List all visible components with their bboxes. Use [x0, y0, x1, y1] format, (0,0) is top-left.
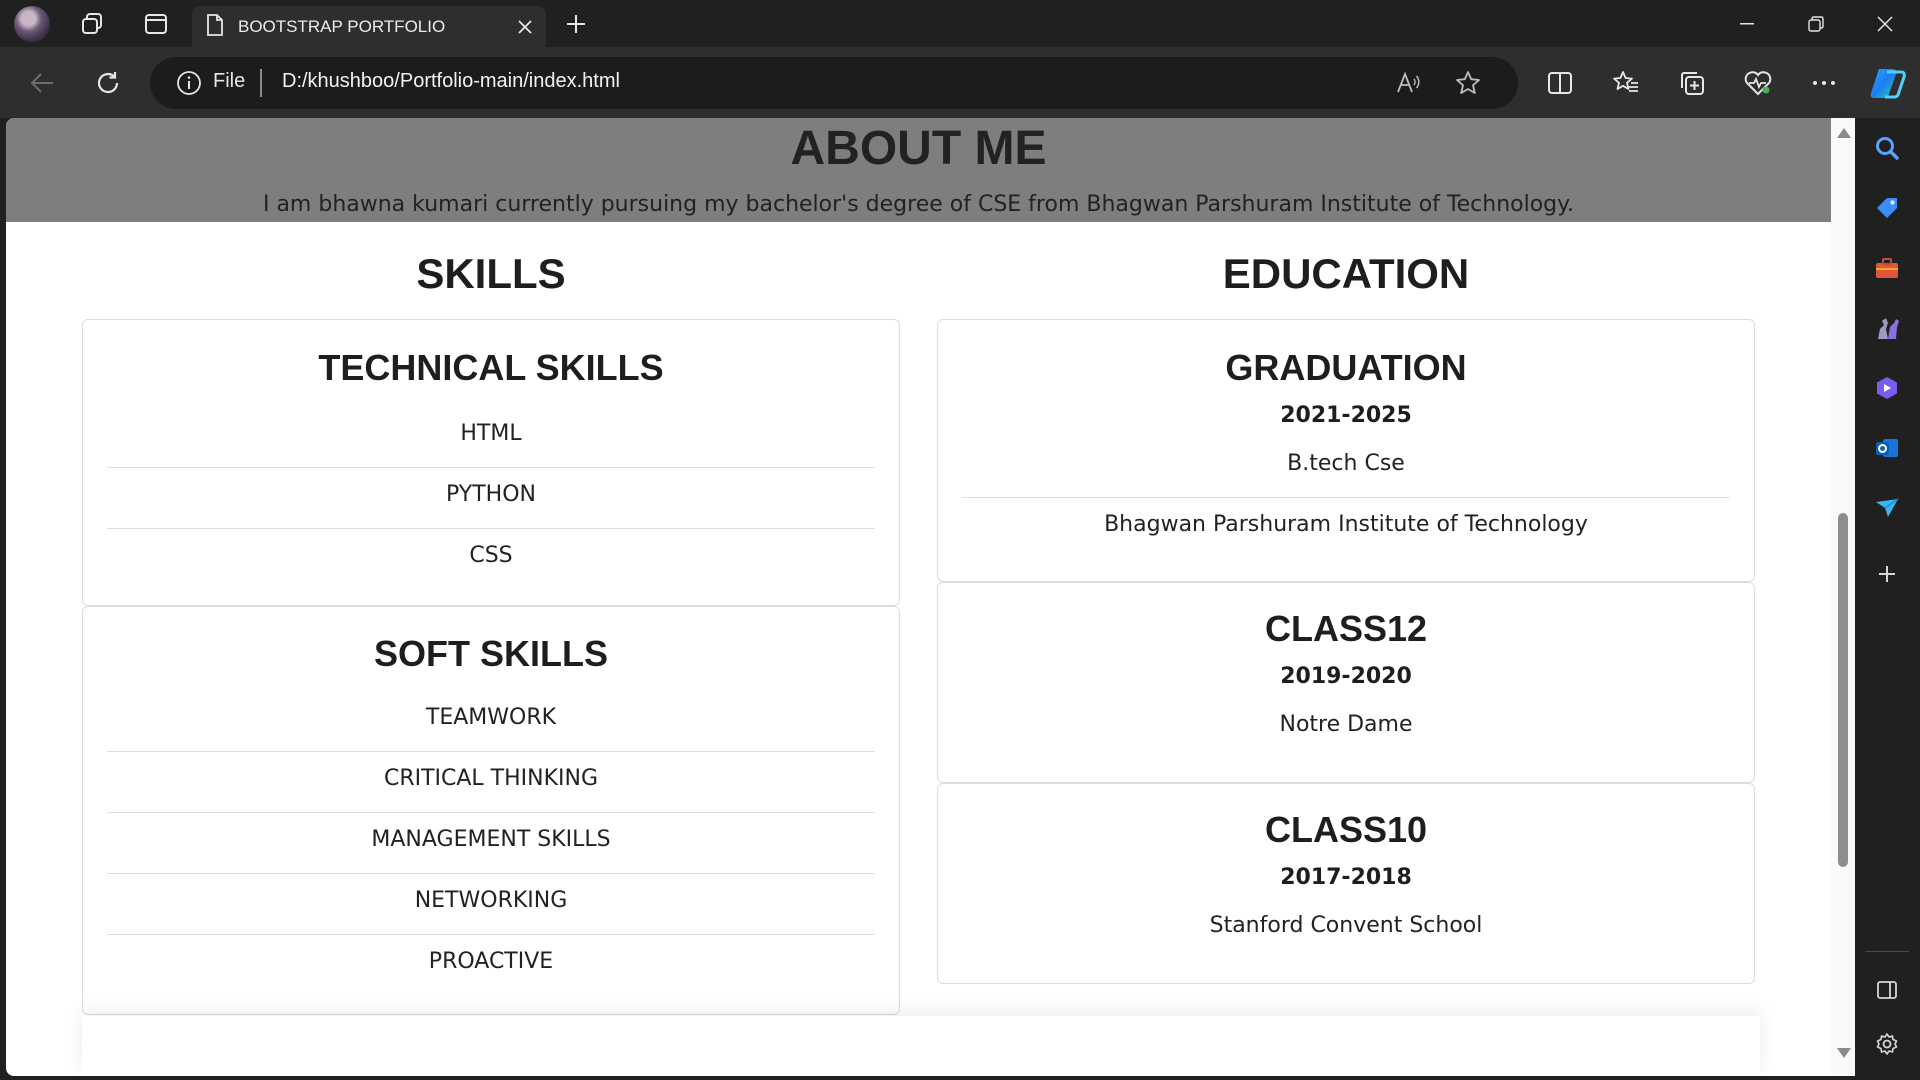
- class10-school: Stanford Convent School: [1209, 913, 1483, 938]
- list-item: PYTHON: [107, 468, 875, 529]
- collections-icon[interactable]: [1672, 63, 1712, 103]
- graduation-title: GRADUATION: [1225, 347, 1467, 388]
- soft-skills-title: SOFT SKILLS: [374, 633, 608, 674]
- graduation-institute: Bhagwan Parshuram Institute of Technolog…: [1104, 512, 1588, 537]
- games-icon[interactable]: [1871, 312, 1903, 344]
- more-options-icon[interactable]: [1804, 63, 1844, 103]
- send-icon[interactable]: [1871, 492, 1903, 524]
- class12-school: Notre Dame: [1279, 712, 1413, 737]
- about-title: ABOUT ME: [790, 122, 1047, 175]
- search-icon[interactable]: [1871, 132, 1903, 164]
- add-icon[interactable]: [1871, 558, 1903, 590]
- edge-sidebar: [1855, 118, 1920, 1080]
- back-icon[interactable]: [22, 63, 62, 103]
- restore-icon[interactable]: [1787, 6, 1845, 42]
- soft-skills-card: SOFT SKILLS TEAMWORK CRITICAL THINKING M…: [82, 606, 900, 1015]
- shopping-tag-icon[interactable]: [1871, 192, 1903, 224]
- tab-title: BOOTSTRAP PORTFOLIO: [238, 16, 446, 36]
- read-aloud-icon[interactable]: [1388, 63, 1428, 103]
- split-panel-icon[interactable]: [1871, 974, 1903, 1006]
- list-item: CSS: [469, 543, 513, 568]
- sidebar-divider: [1865, 951, 1909, 952]
- minimize-icon[interactable]: [1718, 6, 1776, 42]
- address-separator: [260, 69, 262, 97]
- list-item: MANAGEMENT SKILLS: [107, 813, 875, 874]
- new-tab-icon[interactable]: [560, 8, 592, 40]
- settings-icon[interactable]: [1871, 1028, 1903, 1060]
- class12-years: 2019-2020: [1280, 664, 1412, 689]
- title-bar: BOOTSTRAP PORTFOLIO: [0, 0, 1920, 47]
- list-item: PROACTIVE: [428, 949, 554, 974]
- graduation-degree: B.tech Cse: [962, 437, 1730, 498]
- scroll-down-arrow-icon[interactable]: [1837, 1048, 1851, 1058]
- favorites-icon[interactable]: [1606, 63, 1646, 103]
- favorite-star-icon[interactable]: [1448, 63, 1488, 103]
- page-viewport: ABOUT ME I am bhawna kumari currently pu…: [6, 118, 1855, 1076]
- workspaces-icon[interactable]: [76, 8, 108, 40]
- site-info-icon[interactable]: [176, 70, 202, 96]
- toolbox-icon[interactable]: [1871, 252, 1903, 284]
- close-tab-icon[interactable]: [510, 12, 540, 42]
- refresh-icon[interactable]: [88, 63, 128, 103]
- list-item: TEAMWORK: [107, 691, 875, 752]
- class10-card: CLASS10 2017-2018 Stanford Convent Schoo…: [937, 783, 1755, 984]
- class10-years: 2017-2018: [1280, 865, 1412, 890]
- profile-avatar[interactable]: [14, 6, 50, 42]
- browser-essentials-icon[interactable]: [1738, 63, 1778, 103]
- about-section: ABOUT ME I am bhawna kumari currently pu…: [6, 118, 1831, 222]
- active-tab[interactable]: BOOTSTRAP PORTFOLIO: [192, 6, 546, 47]
- education-heading: EDUCATION: [1222, 250, 1470, 297]
- page-icon: [206, 13, 224, 40]
- vertical-scrollbar[interactable]: [1831, 118, 1855, 1076]
- outlook-icon[interactable]: [1871, 432, 1903, 464]
- address-url[interactable]: D:/khushboo/Portfolio-main/index.html: [282, 70, 620, 93]
- scrollbar-thumb[interactable]: [1838, 513, 1848, 867]
- next-section-edge: [82, 1016, 1760, 1076]
- list-item: CRITICAL THINKING: [107, 752, 875, 813]
- class12-title: CLASS12: [1264, 608, 1428, 649]
- vertical-tabs-icon[interactable]: [140, 8, 172, 40]
- list-item: NETWORKING: [107, 874, 875, 935]
- address-bar[interactable]: File D:/khushboo/Portfolio-main/index.ht…: [150, 57, 1518, 109]
- technical-skills-title: TECHNICAL SKILLS: [318, 347, 664, 388]
- browser-toolbar: File D:/khushboo/Portfolio-main/index.ht…: [0, 47, 1920, 118]
- technical-skills-card: TECHNICAL SKILLS HTML PYTHON CSS: [82, 319, 900, 606]
- about-text: I am bhawna kumari currently pursuing my…: [262, 192, 1575, 217]
- list-item: HTML: [107, 407, 875, 468]
- class12-card: CLASS12 2019-2020 Notre Dame: [937, 582, 1755, 783]
- skills-heading: SKILLS: [416, 250, 566, 297]
- graduation-card: GRADUATION 2021-2025 B.tech Cse Bhagwan …: [937, 319, 1755, 582]
- address-scheme: File: [213, 70, 246, 92]
- copilot-icon[interactable]: [1866, 61, 1910, 105]
- scroll-up-arrow-icon[interactable]: [1837, 128, 1851, 138]
- class10-title: CLASS10: [1264, 809, 1428, 850]
- split-screen-icon[interactable]: [1540, 63, 1580, 103]
- copilot-sidebar-icon[interactable]: [1871, 372, 1903, 404]
- graduation-years: 2021-2025: [1280, 403, 1412, 428]
- close-window-icon[interactable]: [1856, 6, 1914, 42]
